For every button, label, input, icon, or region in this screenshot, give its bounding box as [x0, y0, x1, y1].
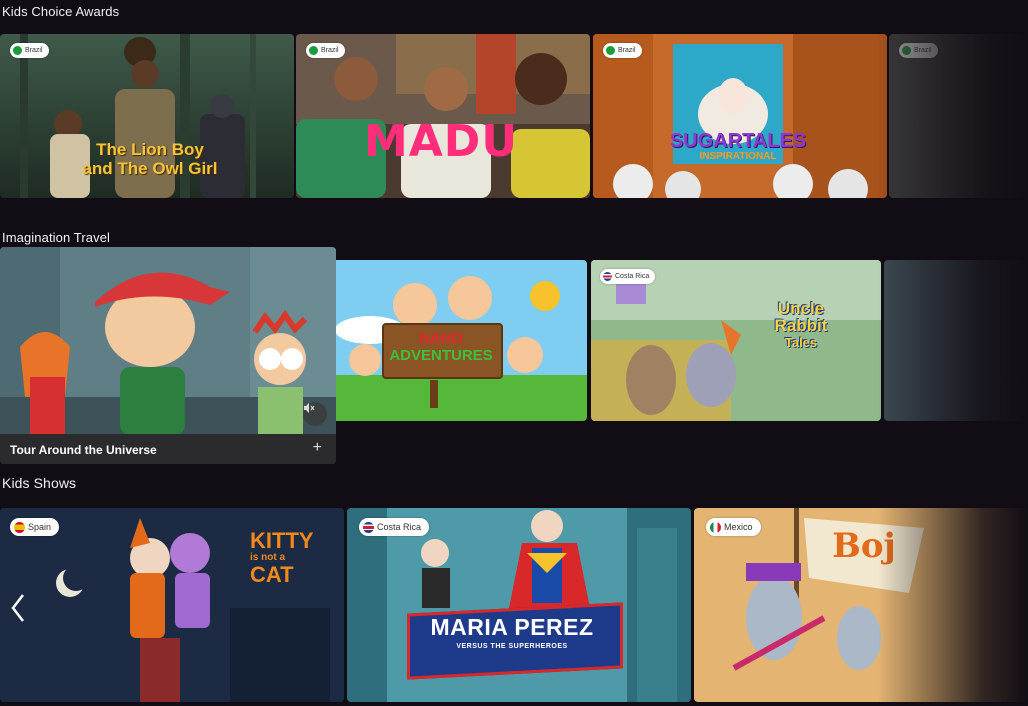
costa-rica-flag-icon [363, 521, 374, 533]
card-kitty-is-not-a-cat[interactable]: KITTY is not a CAT Spain [0, 508, 344, 702]
row-title-imagination-travel: Imagination Travel [2, 230, 111, 245]
costa-rica-flag-icon [603, 272, 612, 281]
brazil-flag-icon [309, 46, 318, 55]
mute-button[interactable] [303, 402, 327, 426]
brazil-flag-icon [902, 46, 911, 55]
country-badge: Brazil [306, 43, 345, 58]
speaker-mute-icon [304, 403, 315, 413]
card-sugartales[interactable]: SUGARTALES INSPIRATIONAL Brazil [593, 34, 887, 198]
country-badge: Brazil [10, 43, 49, 58]
lion-boy-title: The Lion Boy and The Owl Girl [82, 140, 218, 178]
brazil-flag-icon [606, 46, 615, 55]
country-badge: Brazil [603, 43, 642, 58]
sugartales-artwork [593, 34, 887, 198]
plus-icon[interactable]: + [313, 439, 322, 457]
madu-title: MADU [363, 116, 519, 167]
card-maria-perez[interactable]: MARIA PEREZ VERSUS THE SUPERHEROES Costa… [347, 508, 691, 702]
spain-flag-icon [14, 521, 25, 533]
sugartales-title: SUGARTALES INSPIRATIONAL [669, 130, 807, 162]
country-badge: Costa Rica [359, 518, 430, 536]
mexico-flag-icon [710, 521, 721, 533]
kitty-title: KITTY is not a CAT [250, 528, 314, 587]
uncle-rabbit-title: Uncle Rabbit Tales [774, 299, 828, 350]
country-badge: Brazil [899, 43, 938, 58]
card-partial-row2[interactable] [884, 260, 1028, 421]
row-title-kids-choice-awards: Kids Choice Awards [2, 4, 120, 19]
tour-universe-artwork [0, 247, 336, 435]
boj-title: Boj [832, 526, 896, 566]
card-boj[interactable]: Boj Mexico [694, 508, 1028, 702]
card-title: Tour Around the Universe [10, 443, 157, 457]
nano-adventures-title: NANO ADVENTURES [389, 330, 493, 364]
card-madu[interactable]: MADU Brazil [296, 34, 590, 198]
country-badge: Spain [10, 518, 60, 536]
card-uncle-rabbit-tales[interactable]: Uncle Rabbit Tales Costa Rica [591, 260, 881, 421]
card-nano-adventures[interactable]: NANO ADVENTURES [330, 260, 587, 421]
chevron-left-icon [11, 594, 24, 622]
maria-perez-title: MARIA PEREZ VERSUS THE SUPERHEROES [430, 614, 594, 650]
card-tour-around-universe[interactable]: Tour Around the Universe + [0, 247, 336, 464]
country-badge: Mexico [706, 518, 761, 536]
row-title-kids-shows: Kids Shows [2, 475, 77, 491]
brazil-flag-icon [13, 46, 22, 55]
card-lion-boy-owl-girl[interactable]: The Lion Boy and The Owl Girl Brazil [0, 34, 294, 198]
card-info-bar: Tour Around the Universe + [0, 434, 336, 464]
card-partial-row1[interactable]: Brazil [889, 34, 1028, 198]
country-badge: Costa Rica [600, 269, 656, 284]
carousel-prev-button[interactable] [6, 590, 30, 626]
